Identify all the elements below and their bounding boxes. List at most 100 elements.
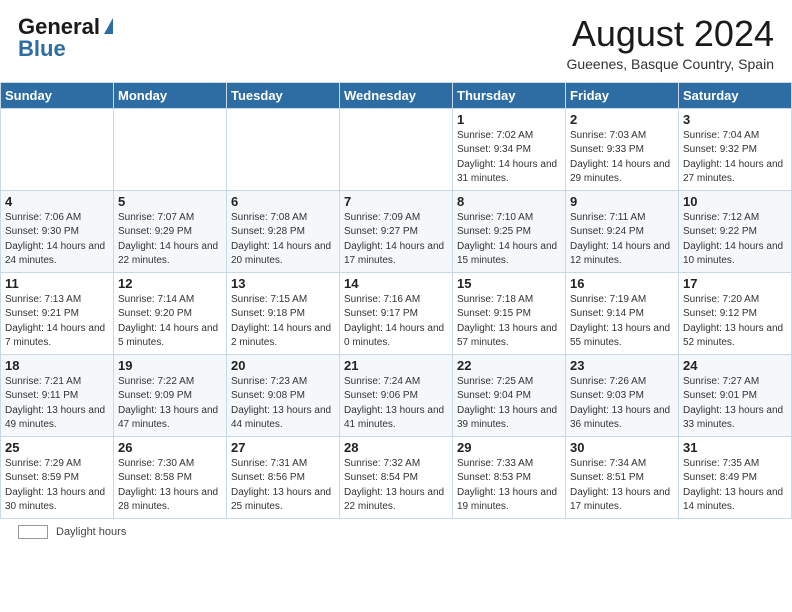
calendar-day-header: Thursday [453, 82, 566, 108]
calendar-week-row: 4Sunrise: 7:06 AM Sunset: 9:30 PM Daylig… [1, 190, 792, 272]
day-detail: Sunrise: 7:34 AM Sunset: 8:51 PM Dayligh… [570, 457, 674, 515]
day-number: 9 [570, 194, 674, 209]
day-number: 5 [118, 194, 222, 209]
day-number: 18 [5, 358, 109, 373]
calendar-day-cell: 3Sunrise: 7:04 AM Sunset: 9:32 PM Daylig… [679, 108, 792, 190]
calendar-day-cell: 29 Sunrise: 7:33 AM Sunset: 8:53 PM Dayli… [453, 436, 566, 518]
calendar-day-cell: 27 Sunrise: 7:31 AM Sunset: 8:56 PM Dayli… [227, 436, 340, 518]
title-area: August 2024 Gueenes, Basque Country, Spa… [566, 14, 774, 72]
day-number: 16 [570, 276, 674, 291]
daylight-box [18, 525, 48, 539]
day-number: 19 [118, 358, 222, 373]
day-number: 23 [570, 358, 674, 373]
calendar-day-cell: 13 Sunrise: 7:15 AM Sunset: 9:18 PM Dayli… [227, 272, 340, 354]
day-number: 3 [683, 112, 787, 127]
day-detail: Sunrise: 7:12 AM Sunset: 9:22 PM Dayligh… [683, 211, 787, 269]
calendar-day-cell [114, 108, 227, 190]
day-detail: Sunrise: 7:07 AM Sunset: 9:29 PM Dayligh… [118, 211, 222, 269]
day-number: 6 [231, 194, 335, 209]
daylight-label: Daylight hours [56, 526, 126, 538]
calendar-day-header: Tuesday [227, 82, 340, 108]
day-number: 4 [5, 194, 109, 209]
calendar-day-header: Sunday [1, 82, 114, 108]
calendar-day-cell [340, 108, 453, 190]
day-number: 10 [683, 194, 787, 209]
calendar-day-cell: 19 Sunrise: 7:22 AM Sunset: 9:09 PM Dayli… [114, 354, 227, 436]
calendar-day-cell: 7Sunrise: 7:09 AM Sunset: 9:27 PM Daylig… [340, 190, 453, 272]
day-detail: Sunrise: 7:35 AM Sunset: 8:49 PM Dayligh… [683, 457, 787, 515]
day-detail: Sunrise: 7:18 AM Sunset: 9:15 PM Dayligh… [457, 293, 561, 351]
day-number: 17 [683, 276, 787, 291]
day-number: 31 [683, 440, 787, 455]
day-number: 13 [231, 276, 335, 291]
day-detail: Sunrise: 7:14 AM Sunset: 9:20 PM Dayligh… [118, 293, 222, 351]
day-detail: Sunrise: 7:31 AM Sunset: 8:56 PM Dayligh… [231, 457, 335, 515]
month-title: August 2024 [566, 14, 774, 54]
day-number: 27 [231, 440, 335, 455]
day-detail: Sunrise: 7:15 AM Sunset: 9:18 PM Dayligh… [231, 293, 335, 351]
calendar-day-cell: 8 Sunrise: 7:10 AM Sunset: 9:25 PM Daylig… [453, 190, 566, 272]
location: Gueenes, Basque Country, Spain [566, 56, 774, 72]
day-number: 11 [5, 276, 109, 291]
calendar-day-cell: 9 Sunrise: 7:11 AM Sunset: 9:24 PM Daylig… [566, 190, 679, 272]
calendar-day-header: Monday [114, 82, 227, 108]
calendar-day-cell: 6Sunrise: 7:08 AM Sunset: 9:28 PM Daylig… [227, 190, 340, 272]
day-number: 2 [570, 112, 674, 127]
day-detail: Sunrise: 7:11 AM Sunset: 9:24 PM Dayligh… [570, 211, 674, 269]
day-detail: Sunrise: 7:25 AM Sunset: 9:04 PM Dayligh… [457, 375, 561, 433]
calendar-week-row: 1 Sunrise: 7:02 AM Sunset: 9:34 PM Daylig… [1, 108, 792, 190]
day-number: 25 [5, 440, 109, 455]
calendar-day-cell: 17Sunrise: 7:20 AM Sunset: 9:12 PM Dayli… [679, 272, 792, 354]
day-detail: Sunrise: 7:13 AM Sunset: 9:21 PM Dayligh… [5, 293, 109, 351]
calendar-day-cell: 26Sunrise: 7:30 AM Sunset: 8:58 PM Dayli… [114, 436, 227, 518]
calendar-day-cell: 18 Sunrise: 7:21 AM Sunset: 9:11 PM Dayli… [1, 354, 114, 436]
calendar-week-row: 18 Sunrise: 7:21 AM Sunset: 9:11 PM Dayli… [1, 354, 792, 436]
day-number: 29 [457, 440, 561, 455]
day-number: 15 [457, 276, 561, 291]
day-detail: Sunrise: 7:02 AM Sunset: 9:34 PM Dayligh… [457, 129, 561, 187]
calendar-day-cell: 21Sunrise: 7:24 AM Sunset: 9:06 PM Dayli… [340, 354, 453, 436]
calendar-day-cell [227, 108, 340, 190]
page-header: General Blue August 2024 Gueenes, Basque… [0, 0, 792, 78]
day-detail: Sunrise: 7:26 AM Sunset: 9:03 PM Dayligh… [570, 375, 674, 433]
calendar-day-cell: 11 Sunrise: 7:13 AM Sunset: 9:21 PM Dayli… [1, 272, 114, 354]
day-number: 1 [457, 112, 561, 127]
day-number: 30 [570, 440, 674, 455]
day-detail: Sunrise: 7:22 AM Sunset: 9:09 PM Dayligh… [118, 375, 222, 433]
calendar-body: 1 Sunrise: 7:02 AM Sunset: 9:34 PM Daylig… [1, 108, 792, 518]
calendar-week-row: 25 Sunrise: 7:29 AM Sunset: 8:59 PM Dayli… [1, 436, 792, 518]
calendar-day-cell: 24Sunrise: 7:27 AM Sunset: 9:01 PM Dayli… [679, 354, 792, 436]
day-number: 22 [457, 358, 561, 373]
calendar-week-row: 11 Sunrise: 7:13 AM Sunset: 9:21 PM Dayli… [1, 272, 792, 354]
calendar-day-cell: 31 Sunrise: 7:35 AM Sunset: 8:49 PM Dayli… [679, 436, 792, 518]
day-detail: Sunrise: 7:24 AM Sunset: 9:06 PM Dayligh… [344, 375, 448, 433]
calendar-table: SundayMondayTuesdayWednesdayThursdayFrid… [0, 82, 792, 519]
calendar-day-cell: 1 Sunrise: 7:02 AM Sunset: 9:34 PM Daylig… [453, 108, 566, 190]
day-detail: Sunrise: 7:19 AM Sunset: 9:14 PM Dayligh… [570, 293, 674, 351]
footer: Daylight hours [0, 519, 792, 543]
day-detail: Sunrise: 7:21 AM Sunset: 9:11 PM Dayligh… [5, 375, 109, 433]
calendar-day-header: Wednesday [340, 82, 453, 108]
calendar-day-cell [1, 108, 114, 190]
calendar-day-cell: 10 Sunrise: 7:12 AM Sunset: 9:22 PM Dayli… [679, 190, 792, 272]
calendar-day-cell: 23 Sunrise: 7:26 AM Sunset: 9:03 PM Dayli… [566, 354, 679, 436]
calendar-day-cell: 4Sunrise: 7:06 AM Sunset: 9:30 PM Daylig… [1, 190, 114, 272]
day-detail: Sunrise: 7:29 AM Sunset: 8:59 PM Dayligh… [5, 457, 109, 515]
day-number: 24 [683, 358, 787, 373]
calendar-day-cell: 14Sunrise: 7:16 AM Sunset: 9:17 PM Dayli… [340, 272, 453, 354]
calendar-header-row: SundayMondayTuesdayWednesdayThursdayFrid… [1, 82, 792, 108]
day-number: 28 [344, 440, 448, 455]
day-number: 20 [231, 358, 335, 373]
day-number: 14 [344, 276, 448, 291]
day-detail: Sunrise: 7:32 AM Sunset: 8:54 PM Dayligh… [344, 457, 448, 515]
logo-blue: Blue [18, 36, 66, 62]
day-detail: Sunrise: 7:09 AM Sunset: 9:27 PM Dayligh… [344, 211, 448, 269]
day-detail: Sunrise: 7:33 AM Sunset: 8:53 PM Dayligh… [457, 457, 561, 515]
day-number: 12 [118, 276, 222, 291]
calendar-day-cell: 22 Sunrise: 7:25 AM Sunset: 9:04 PM Dayli… [453, 354, 566, 436]
day-detail: Sunrise: 7:10 AM Sunset: 9:25 PM Dayligh… [457, 211, 561, 269]
calendar-day-cell: 12 Sunrise: 7:14 AM Sunset: 9:20 PM Dayli… [114, 272, 227, 354]
calendar-day-cell: 2Sunrise: 7:03 AM Sunset: 9:33 PM Daylig… [566, 108, 679, 190]
day-number: 8 [457, 194, 561, 209]
calendar-day-cell: 16 Sunrise: 7:19 AM Sunset: 9:14 PM Dayli… [566, 272, 679, 354]
